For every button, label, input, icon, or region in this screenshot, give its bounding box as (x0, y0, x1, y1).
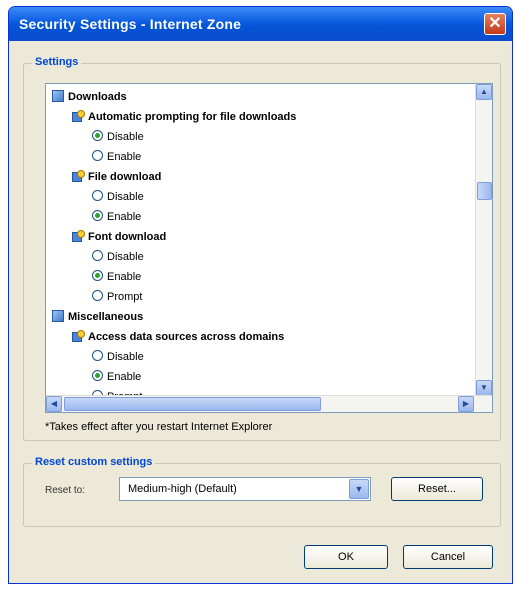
scroll-up-button[interactable]: ▲ (476, 84, 492, 100)
radio-unchecked-icon[interactable] (92, 250, 103, 261)
tree-item-label: Disable (107, 131, 144, 143)
setting-automatic-prompting-for-file-downloads: Automatic prompting for file downloads (72, 108, 296, 126)
tree-item-label: Enable (107, 271, 142, 283)
reset-button[interactable]: Reset... (391, 477, 483, 501)
category-miscellaneous: Miscellaneous (52, 308, 143, 326)
radio-unchecked-icon[interactable] (92, 150, 103, 161)
reset-level-value: Medium-high (Default) (128, 483, 237, 495)
setting-icon (72, 330, 85, 342)
radio-option-disable[interactable]: Disable (92, 128, 144, 146)
radio-checked-icon[interactable] (92, 210, 103, 221)
tree-item-label: Prompt (107, 291, 143, 303)
miscellaneous-category-icon (52, 310, 64, 322)
horizontal-scrollbar[interactable]: ◀ ▶ (46, 395, 492, 412)
horizontal-scroll-thumb[interactable] (64, 397, 321, 411)
settings-tree[interactable]: Downloads Automatic prompting for file do… (45, 83, 493, 413)
cancel-button[interactable]: Cancel (403, 545, 493, 569)
radio-checked-icon[interactable] (92, 130, 103, 141)
tree-item-label: Miscellaneous (68, 311, 144, 323)
chevron-down-icon[interactable]: ▼ (349, 479, 369, 499)
tree-item-label: Enable (107, 371, 142, 383)
setting-access-data-sources-across-domains: Access data sources across domains (72, 328, 284, 346)
reset-group-label: Reset custom settings (32, 456, 156, 468)
security-settings-dialog: Security Settings - Internet Zone ✕ Sett… (8, 6, 513, 584)
radio-option-enable[interactable]: Enable (92, 368, 141, 386)
scroll-left-button[interactable]: ◀ (46, 396, 62, 412)
reset-level-select[interactable]: Medium-high (Default) ▼ (119, 477, 371, 501)
radio-option-enable[interactable]: Enable (92, 268, 141, 286)
setting-icon (72, 230, 85, 242)
tree-item-label: Downloads (68, 91, 127, 103)
radio-option-enable[interactable]: Enable (92, 148, 141, 166)
radio-option-prompt[interactable]: Prompt (92, 288, 142, 306)
tree-item-label: Disable (107, 191, 144, 203)
reset-to-label: Reset to: (45, 485, 86, 496)
restart-note: *Takes effect after you restart Internet… (45, 421, 273, 433)
radio-option-disable[interactable]: Disable (92, 348, 144, 366)
radio-unchecked-icon[interactable] (92, 290, 103, 301)
setting-icon (72, 110, 85, 122)
vertical-scrollbar[interactable]: ▲ ▼ (475, 84, 492, 396)
vertical-scroll-thumb[interactable] (477, 182, 492, 200)
radio-unchecked-icon[interactable] (92, 350, 103, 361)
radio-checked-icon[interactable] (92, 270, 103, 281)
close-button[interactable]: ✕ (484, 13, 506, 35)
radio-checked-icon[interactable] (92, 370, 103, 381)
radio-option-disable[interactable]: Disable (92, 248, 144, 266)
tree-item-label: Automatic prompting for file downloads (88, 111, 297, 123)
window-title: Security Settings - Internet Zone (19, 16, 242, 32)
setting-icon (72, 170, 85, 182)
radio-option-enable[interactable]: Enable (92, 208, 141, 226)
downloads-category-icon (52, 90, 64, 102)
tree-item-label: Font download (88, 231, 167, 243)
title-bar[interactable]: Security Settings - Internet Zone ✕ (9, 7, 512, 41)
setting-font-download: Font download (72, 228, 166, 246)
settings-group-label: Settings (32, 56, 82, 68)
tree-item-label: Disable (107, 351, 144, 363)
scroll-down-button[interactable]: ▼ (476, 380, 492, 396)
ok-button[interactable]: OK (304, 545, 388, 569)
radio-unchecked-icon[interactable] (92, 190, 103, 201)
tree-item-label: Enable (107, 211, 142, 223)
radio-option-disable[interactable]: Disable (92, 188, 144, 206)
category-downloads: Downloads (52, 88, 127, 106)
scroll-right-button[interactable]: ▶ (458, 396, 474, 412)
tree-item-label: Access data sources across domains (88, 331, 285, 343)
setting-file-download: File download (72, 168, 161, 186)
tree-item-label: File download (88, 171, 162, 183)
tree-item-label: Disable (107, 251, 144, 263)
tree-item-label: Enable (107, 151, 142, 163)
